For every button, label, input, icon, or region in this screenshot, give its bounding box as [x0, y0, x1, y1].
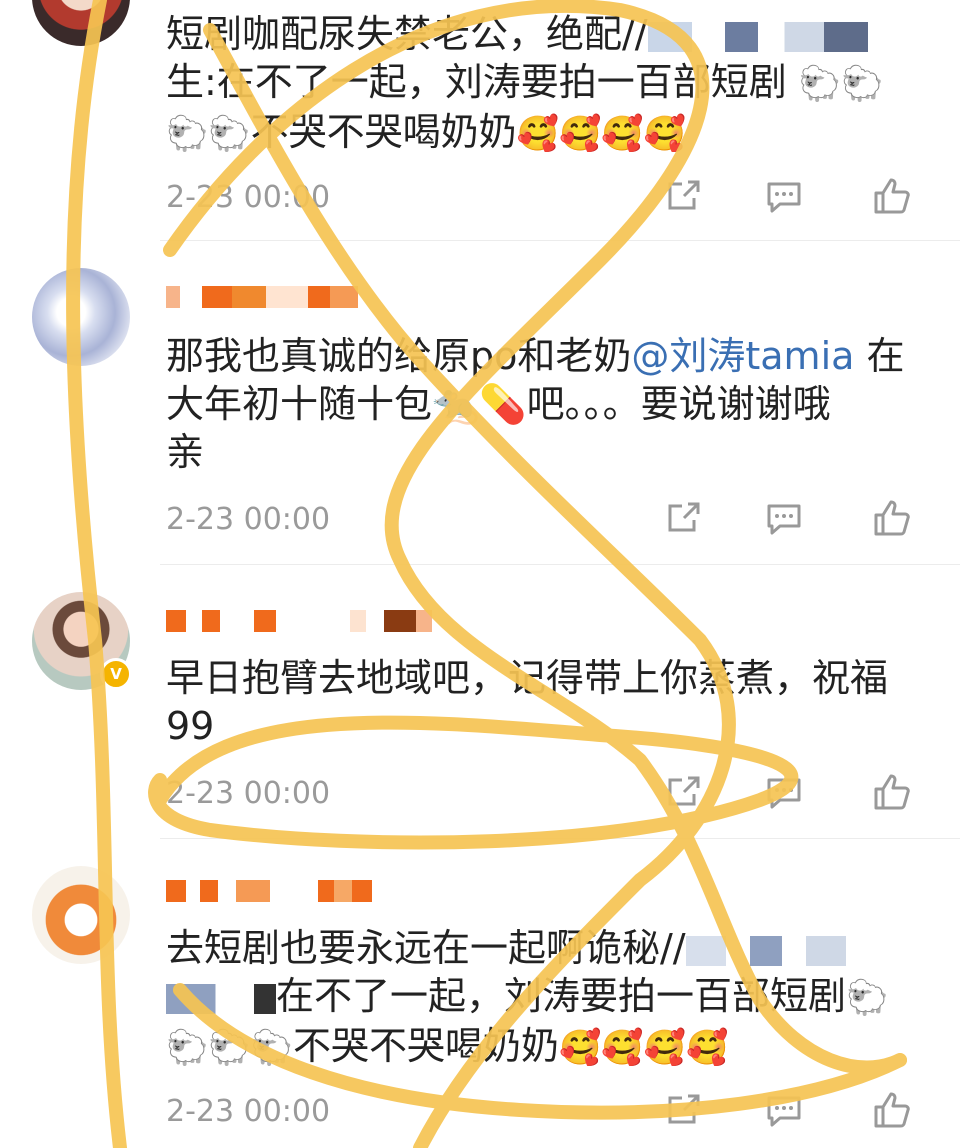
comment-text: 短剧咖配尿失禁老公，绝配// 生:在不了一起，刘涛要拍一百部短剧 🐑🐑 🐑🐑不哭…	[166, 12, 884, 154]
comment-icon	[767, 1096, 801, 1127]
thumbs-up-icon	[874, 1092, 910, 1128]
avatar[interactable]	[32, 866, 130, 964]
share-button[interactable]	[664, 176, 704, 216]
comment-button[interactable]	[764, 772, 804, 812]
mention-link[interactable]: @刘涛tamia	[631, 334, 854, 378]
comment-text: 早日抱臂去地域吧，记得带上你蒸煮，祝福 99	[166, 656, 889, 748]
verified-badge: V	[100, 658, 132, 690]
share-icon	[668, 502, 700, 532]
comment-text: 那我也真诚的给原po和老奶@刘涛tamia 在 大年初十随十包🐀💊吧。。。要说谢…	[166, 334, 905, 474]
thumbs-up-icon	[874, 774, 910, 810]
kiss-emoji: 🥰🥰🥰🥰	[559, 1028, 729, 1068]
sheep-emoji: 🐑🐑	[166, 114, 251, 154]
redacted-mention	[647, 21, 868, 52]
comment-text: 去短剧也要永远在一起啊诡秘// 在不了一起，刘涛要拍一百部短剧🐑 🐑🐑🐑不哭不哭…	[166, 926, 889, 1068]
divider	[160, 838, 960, 839]
share-button[interactable]	[664, 1090, 704, 1130]
redacted-mention	[685, 935, 846, 966]
comment-icon	[767, 778, 801, 809]
redacted-username[interactable]	[166, 606, 432, 636]
comment-icon	[767, 504, 801, 535]
avatar[interactable]	[32, 268, 130, 366]
like-button[interactable]	[872, 772, 912, 812]
avatar[interactable]	[32, 0, 130, 46]
thumbs-up-icon	[874, 500, 910, 536]
comment-time: 2-23 00:00	[166, 1094, 331, 1129]
thumbs-up-icon	[874, 178, 910, 214]
share-icon	[668, 776, 700, 806]
sheep-emoji: 🐑	[846, 978, 889, 1018]
sheep-emoji: 🐑🐑	[798, 64, 884, 104]
like-button[interactable]	[872, 176, 912, 216]
share-button[interactable]	[664, 498, 704, 538]
kiss-emoji: 🥰🥰🥰🥰	[516, 114, 687, 154]
redacted-mention	[166, 983, 276, 1014]
comment-button[interactable]	[764, 498, 804, 538]
share-icon	[668, 1094, 700, 1124]
comment-time: 2-23 00:00	[166, 180, 331, 215]
like-button[interactable]	[872, 1090, 912, 1130]
divider	[160, 564, 960, 565]
comment-button[interactable]	[764, 176, 804, 216]
comment-icon	[767, 182, 801, 213]
comment-time: 2-23 00:00	[166, 776, 331, 811]
comment-button[interactable]	[764, 1090, 804, 1130]
share-button[interactable]	[664, 772, 704, 812]
divider	[160, 240, 960, 241]
redacted-username[interactable]	[166, 876, 372, 906]
comment-time: 2-23 00:00	[166, 502, 331, 537]
like-button[interactable]	[872, 498, 912, 538]
share-icon	[668, 180, 700, 210]
sheep-emoji: 🐑🐑🐑	[166, 1028, 294, 1068]
redacted-username[interactable]	[166, 282, 358, 312]
